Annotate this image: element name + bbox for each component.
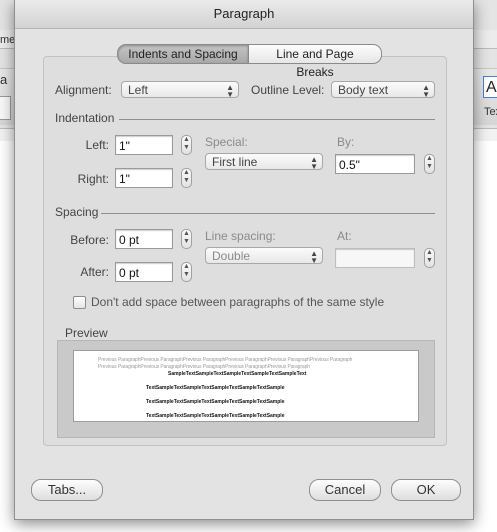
preview-area: Previous ParagraphPrevious ParagraphPrev… [57, 340, 435, 438]
indent-left-stepper[interactable]: ▲ ▼ [181, 135, 192, 155]
same-style-checkbox[interactable] [73, 296, 86, 309]
indent-right-stepper[interactable]: ▲ ▼ [181, 168, 192, 188]
spacing-heading: Spacing [55, 205, 99, 219]
indent-right-field[interactable]: 1" [115, 168, 173, 188]
spacing-after-stepper[interactable]: ▲ ▼ [181, 262, 192, 282]
at-stepper[interactable]: ▲ ▼ [424, 248, 435, 268]
special-value: First line [212, 155, 258, 169]
same-style-checkbox-label[interactable]: Don't add space between paragraphs of th… [91, 295, 384, 309]
indent-left-field[interactable]: 1" [115, 135, 173, 155]
spacing-after-field[interactable]: 0 pt [115, 262, 173, 282]
preview-sample-line: TextSampleTextSampleTextSampleTextSample… [146, 385, 285, 391]
cancel-button[interactable]: Cancel [309, 479, 381, 501]
indentation-heading: Indentation [55, 111, 115, 125]
outline-level-label: Outline Level: [251, 83, 325, 97]
by-field[interactable]: 0.5" [335, 154, 415, 174]
preview-page: Previous ParagraphPrevious ParagraphPrev… [73, 350, 419, 422]
background-style-label: Tex [484, 106, 497, 118]
by-label: By: [337, 135, 355, 149]
indentation-divider [119, 119, 435, 120]
paragraph-dialog: Paragraph Indents and Spacing Line and P… [14, 0, 474, 520]
background-menu-fragment: me [0, 34, 16, 46]
spacing-before-field[interactable]: 0 pt [115, 229, 173, 249]
tab-line-and-page-breaks[interactable]: Line and Page Breaks [249, 44, 382, 79]
special-label: Special: [205, 135, 248, 149]
background-left-control [0, 96, 11, 120]
alignment-value: Left [128, 83, 149, 97]
tabs-button[interactable]: Tabs... [31, 479, 103, 501]
preview-previous-paragraph-line: Previous ParagraphPrevious ParagraphPrev… [98, 364, 310, 370]
outline-level-value: Body text [338, 83, 389, 97]
outline-level-popup[interactable]: Body text ▲ ▼ [331, 81, 435, 99]
preview-heading: Preview [65, 326, 108, 340]
ok-button[interactable]: OK [391, 479, 461, 501]
alignment-label: Alignment: [55, 83, 112, 97]
at-field[interactable] [335, 248, 415, 268]
spacing-after-label: After: [80, 265, 109, 279]
spacing-divider [101, 213, 435, 214]
popup-arrows-icon: ▲ ▼ [226, 83, 234, 99]
preview-sample-line: TextSampleTextSampleTextSampleTextSample… [146, 413, 285, 419]
indent-right-label: Right: [77, 172, 109, 186]
special-popup[interactable]: First line ▲ ▼ [205, 153, 323, 171]
popup-arrows-icon: ▲ ▼ [310, 249, 318, 265]
preview-sample-line: SampleTextSampleTextSampleTextSampleText… [168, 371, 307, 377]
preview-previous-paragraph-line: Previous ParagraphPrevious ParagraphPrev… [98, 357, 353, 363]
dialog-title: Paragraph [15, 0, 473, 29]
background-font-fragment: a [0, 72, 8, 87]
by-stepper[interactable]: ▲ ▼ [424, 154, 435, 174]
at-label: At: [337, 229, 352, 243]
line-spacing-value: Double [212, 249, 251, 263]
spacing-before-label: Before: [70, 233, 109, 247]
popup-arrows-icon: ▲ ▼ [422, 83, 430, 99]
line-spacing-label: Line spacing: [205, 229, 276, 243]
alignment-popup[interactable]: Left ▲ ▼ [121, 81, 239, 99]
tab-bar: Indents and Spacing Line and Page Breaks [117, 44, 382, 79]
background-style-box: A [483, 76, 497, 98]
preview-sample-line: TextSampleTextSampleTextSampleTextSample… [146, 399, 285, 405]
line-spacing-popup[interactable]: Double ▲ ▼ [205, 247, 323, 265]
spacing-before-stepper[interactable]: ▲ ▼ [181, 229, 192, 249]
indent-left-label: Left: [85, 138, 109, 152]
tab-indents-and-spacing[interactable]: Indents and Spacing [117, 44, 249, 64]
popup-arrows-icon: ▲ ▼ [310, 155, 318, 171]
